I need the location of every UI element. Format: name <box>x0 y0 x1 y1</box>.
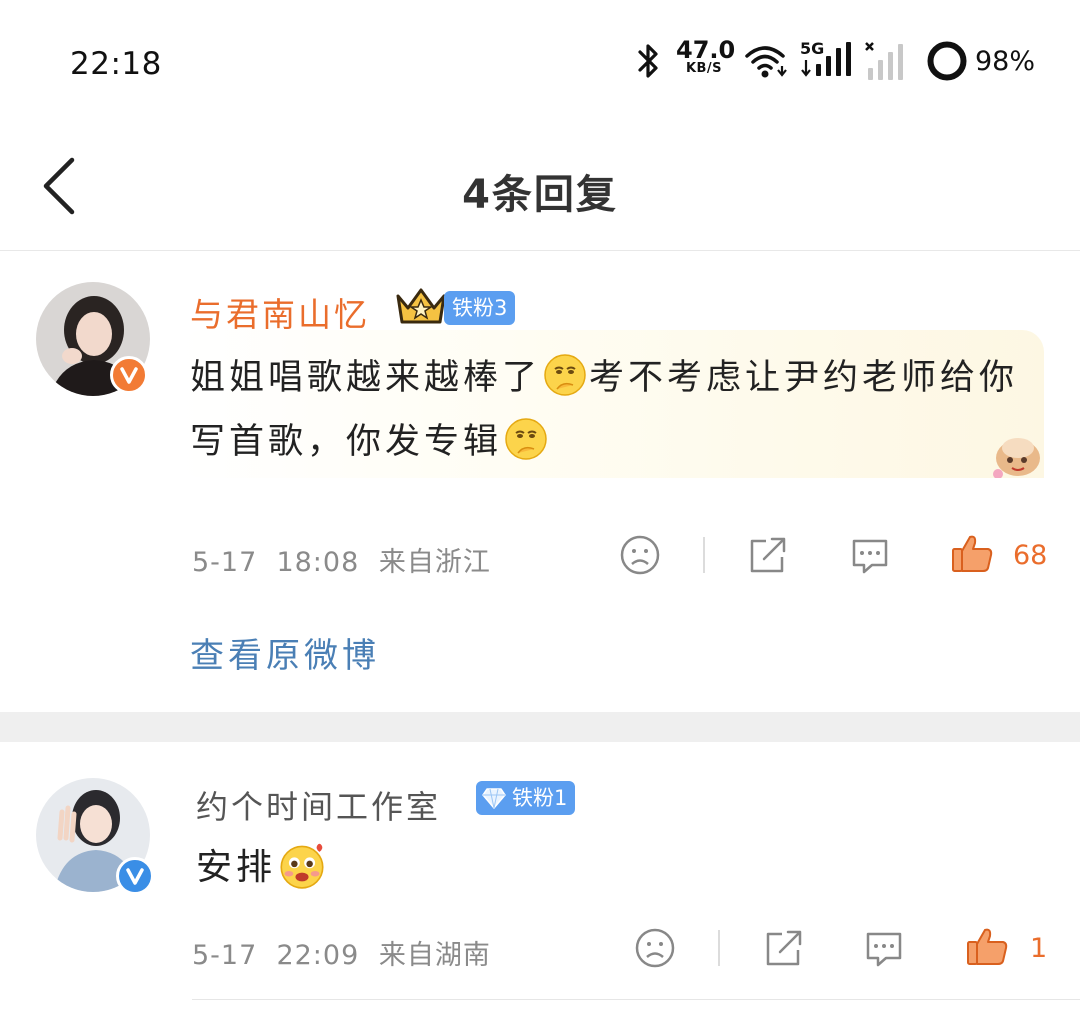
comment-meta: 5-17 18:08 来自浙江 <box>192 540 491 579</box>
share-button[interactable] <box>746 533 790 577</box>
battery-level: 98% <box>975 46 1036 77</box>
comment-text-part1: 姐姐唱歌越来越棒了 <box>190 358 542 398</box>
view-original-post-link[interactable]: 查看原微博 <box>190 628 380 677</box>
comment-username[interactable]: 约个时间工作室 <box>196 782 441 828</box>
dislike-face-button[interactable] <box>618 533 662 577</box>
love-face-icon <box>280 843 324 889</box>
dislike-face-button[interactable] <box>633 926 677 970</box>
comment-divider <box>192 999 1080 1000</box>
wifi-icon <box>745 46 787 78</box>
comment-username[interactable]: 与君南山忆 <box>190 288 370 336</box>
comment-body: 安排 <box>196 838 328 898</box>
svg-text:5G: 5G <box>800 39 824 58</box>
header-divider <box>0 250 1080 251</box>
reply-button[interactable] <box>848 533 892 577</box>
net-speed-value: 47.0 <box>676 36 736 64</box>
fan-badge-label: 铁粉1 <box>512 786 568 810</box>
bluetooth-icon <box>638 44 658 78</box>
action-divider <box>703 537 705 573</box>
thumbs-up-icon <box>967 928 1008 965</box>
comment-location: 来自浙江 <box>378 547 491 578</box>
status-time: 22:18 <box>70 46 162 82</box>
like-button[interactable] <box>965 924 1009 968</box>
comment-icon <box>852 539 888 574</box>
thinking-face-icon <box>505 418 547 460</box>
like-count: 68 <box>1013 540 1048 571</box>
comment-text: 安排 <box>196 847 277 888</box>
comment-body: 姐姐唱歌越来越棒了 考不考虑让尹约老师给你写首歌，你发专辑 <box>190 346 1020 474</box>
diamond-icon <box>482 788 506 809</box>
verified-badge <box>116 857 154 895</box>
verified-v-icon <box>126 868 144 885</box>
fan-badge: 铁粉3 <box>444 291 516 325</box>
verified-badge <box>110 356 148 394</box>
action-divider <box>718 930 720 966</box>
net-speed: 47.0 KB/S <box>676 36 736 75</box>
comment-time: 5-17 18:08 <box>192 547 360 578</box>
comment-meta: 5-17 22:09 来自湖南 <box>192 933 491 972</box>
comment-location: 来自湖南 <box>378 940 491 971</box>
battery-ring-icon <box>927 41 967 81</box>
comment-icon <box>866 932 902 967</box>
reply-button[interactable] <box>862 926 906 970</box>
sad-face-icon <box>620 535 660 575</box>
share-button[interactable] <box>762 926 806 970</box>
verified-v-icon <box>120 367 138 384</box>
crown-icon <box>396 288 446 324</box>
comment-time: 5-17 22:09 <box>192 940 360 971</box>
fan-badge: 铁粉1 <box>476 781 576 815</box>
share-icon <box>750 537 786 573</box>
sad-face-icon <box>635 928 675 968</box>
cellular-signal-5g-icon: 5G <box>800 39 851 77</box>
cellular-signal-no-service-icon <box>865 42 903 80</box>
like-count: 1 <box>1030 933 1048 964</box>
thinking-face-icon <box>544 354 586 396</box>
page-title: 4条回复 <box>462 172 618 218</box>
share-icon <box>766 930 802 966</box>
thumbs-up-icon <box>952 535 993 572</box>
section-gap <box>0 712 1080 742</box>
like-button[interactable] <box>950 531 994 575</box>
